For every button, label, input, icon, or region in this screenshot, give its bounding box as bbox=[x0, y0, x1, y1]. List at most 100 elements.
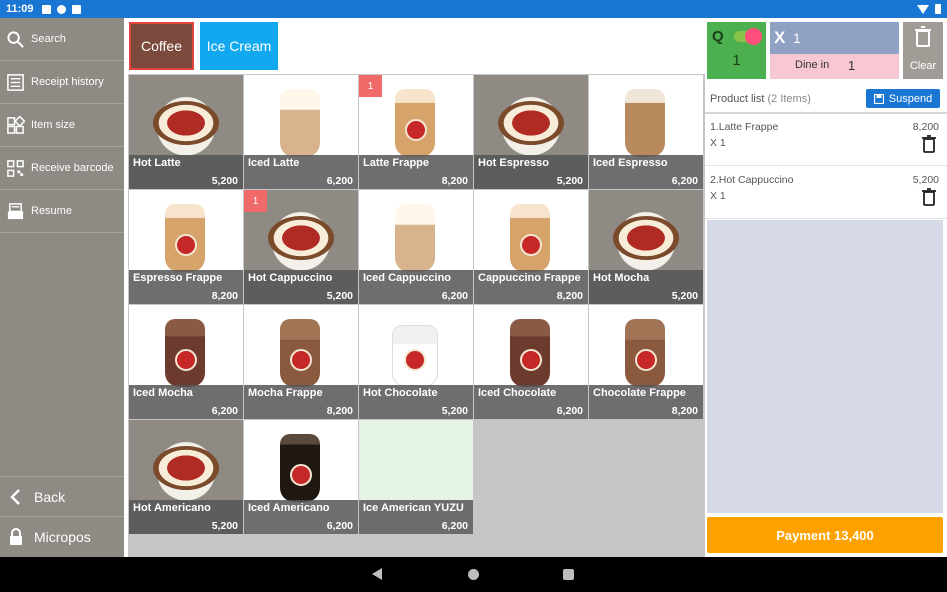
sidebar-item-receive-barcode[interactable]: Receive barcode bbox=[0, 147, 124, 190]
nav-back-icon[interactable] bbox=[372, 568, 382, 580]
product-tile[interactable]: Iced Cappuccino 6,200 bbox=[359, 190, 473, 304]
quantity-badge: 1 bbox=[359, 75, 382, 97]
product-tile[interactable]: Chocolate Frappe 8,200 bbox=[589, 305, 703, 419]
wifi-icon bbox=[917, 4, 929, 14]
product-price: 8,200 bbox=[556, 290, 583, 302]
order-item-price: 8,200 bbox=[912, 121, 939, 133]
status-time: 11:09 bbox=[6, 3, 34, 15]
product-price: 6,200 bbox=[556, 405, 583, 417]
product-price: 8,200 bbox=[671, 405, 698, 417]
sidebar-item-label: Item size bbox=[31, 119, 76, 131]
dine-in-value: 1 bbox=[848, 58, 856, 73]
battery-icon bbox=[935, 4, 941, 14]
product-name: Hot Chocolate bbox=[363, 387, 438, 399]
product-tile[interactable]: Hot Latte 5,200 bbox=[129, 75, 243, 189]
grid-icon bbox=[7, 115, 25, 134]
product-price: 6,200 bbox=[671, 175, 698, 187]
product-name: Iced Chocolate bbox=[478, 387, 557, 399]
queue-box[interactable]: Q 1 bbox=[707, 22, 766, 79]
toggle-knob bbox=[745, 28, 762, 45]
product-tile[interactable]: Ice American YUZU 6,200 bbox=[359, 420, 473, 534]
product-tile[interactable]: Espresso Frappe 8,200 bbox=[129, 190, 243, 304]
multiplier-label: X bbox=[774, 28, 786, 47]
qr-code-icon bbox=[7, 159, 24, 177]
product-name: Hot Latte bbox=[133, 157, 181, 169]
suspend-button[interactable]: Suspend bbox=[866, 89, 940, 108]
pos-screen: 11:09 Search Receipt history Item size R… bbox=[0, 0, 947, 592]
product-tile[interactable]: 1 Hot Cappuccino 5,200 bbox=[244, 190, 358, 304]
delete-icon[interactable] bbox=[922, 135, 936, 153]
product-tile[interactable]: Iced Latte 6,200 bbox=[244, 75, 358, 189]
navigation-bar bbox=[0, 557, 947, 592]
order-item-qty: X 1 bbox=[710, 137, 726, 149]
product-tile[interactable]: Iced Espresso 6,200 bbox=[589, 75, 703, 189]
product-tile[interactable]: Mocha Frappe 8,200 bbox=[244, 305, 358, 419]
product-name: Hot Americano bbox=[133, 502, 211, 514]
order-item[interactable]: 2.Hot Cappuccino 5,200 X 1 bbox=[705, 167, 947, 219]
trash-icon bbox=[915, 26, 931, 47]
delete-icon[interactable] bbox=[922, 188, 936, 206]
status-bar: 11:09 bbox=[0, 0, 947, 18]
product-list-header: Product list (2 Items) Suspend bbox=[705, 84, 947, 114]
product-price: 6,200 bbox=[441, 520, 468, 532]
payment-button[interactable]: Payment 13,400 bbox=[707, 517, 943, 553]
product-name: Espresso Frappe bbox=[133, 272, 223, 284]
order-item-qty: X 1 bbox=[710, 190, 726, 202]
sidebar-item-label: Resume bbox=[31, 205, 72, 217]
product-price: 5,200 bbox=[671, 290, 698, 302]
register-icon bbox=[7, 202, 24, 219]
product-list-title: Product list (2 Items) bbox=[710, 93, 811, 105]
product-name: Iced Mocha bbox=[133, 387, 193, 399]
product-price: 5,200 bbox=[211, 520, 238, 532]
product-tile[interactable]: Hot Mocha 5,200 bbox=[589, 190, 703, 304]
product-price: 8,200 bbox=[441, 175, 468, 187]
product-tile[interactable]: Iced Chocolate 6,200 bbox=[474, 305, 588, 419]
sidebar-item-label: Receive barcode bbox=[31, 162, 114, 174]
nav-home-icon[interactable] bbox=[468, 569, 479, 580]
product-price: 5,200 bbox=[211, 175, 238, 187]
product-name: Chocolate Frappe bbox=[593, 387, 686, 399]
order-item-name: 2.Hot Cappuccino bbox=[710, 174, 794, 186]
product-price: 5,200 bbox=[441, 405, 468, 417]
dine-in-box[interactable]: Dine in 1 bbox=[770, 54, 899, 79]
sidebar: Search Receipt history Item size Receive… bbox=[0, 18, 124, 557]
product-price: 8,200 bbox=[211, 290, 238, 302]
product-name: Mocha Frappe bbox=[248, 387, 323, 399]
order-item[interactable]: 1.Latte Frappe 8,200 X 1 bbox=[705, 114, 947, 166]
sidebar-item-item-size[interactable]: Item size bbox=[0, 104, 124, 147]
product-tile[interactable]: Iced Mocha 6,200 bbox=[129, 305, 243, 419]
product-tile[interactable]: Iced Americano 6,200 bbox=[244, 420, 358, 534]
app-label: Micropos bbox=[34, 528, 91, 545]
back-button[interactable]: Back bbox=[0, 476, 124, 516]
product-name: Latte Frappe bbox=[363, 157, 430, 169]
nav-recents-icon[interactable] bbox=[563, 569, 574, 580]
receipt-icon bbox=[7, 73, 24, 91]
sidebar-item-resume[interactable]: Resume bbox=[0, 190, 124, 233]
product-name: Iced Americano bbox=[248, 502, 330, 514]
back-label: Back bbox=[34, 488, 66, 505]
micropos-lock-button[interactable]: Micropos bbox=[0, 516, 124, 556]
product-name: Hot Cappuccino bbox=[248, 272, 333, 284]
product-tile[interactable]: Hot Espresso 5,200 bbox=[474, 75, 588, 189]
order-panel: Q 1 X 1 Dine in 1 Clear Product list (2 … bbox=[705, 18, 947, 557]
category-bar: Coffee Ice Cream bbox=[124, 18, 705, 74]
product-tile[interactable]: Hot Chocolate 5,200 bbox=[359, 305, 473, 419]
multiplier-value: 1 bbox=[793, 30, 801, 46]
queue-label: Q bbox=[712, 28, 724, 45]
product-grid: Hot Latte 5,200 Iced Latte 6,200 1 Latte F… bbox=[128, 74, 705, 557]
category-coffee[interactable]: Coffee bbox=[129, 22, 194, 70]
clear-button[interactable]: Clear bbox=[903, 22, 943, 79]
queue-number: 1 bbox=[732, 52, 741, 69]
product-tile[interactable]: 1 Latte Frappe 8,200 bbox=[359, 75, 473, 189]
sidebar-item-search[interactable]: Search bbox=[0, 18, 124, 61]
multiplier-box[interactable]: X 1 bbox=[770, 22, 899, 54]
product-price: 6,200 bbox=[326, 520, 353, 532]
category-ice-cream[interactable]: Ice Cream bbox=[200, 22, 278, 70]
sidebar-item-label: Receipt history bbox=[31, 76, 104, 88]
product-name: Iced Latte bbox=[248, 157, 300, 169]
product-price: 6,200 bbox=[211, 405, 238, 417]
product-tile[interactable]: Hot Americano 5,200 bbox=[129, 420, 243, 534]
product-tile[interactable]: Cappuccino Frappe 8,200 bbox=[474, 190, 588, 304]
sidebar-item-receipt-history[interactable]: Receipt history bbox=[0, 61, 124, 104]
app-notification-icon bbox=[56, 4, 66, 14]
